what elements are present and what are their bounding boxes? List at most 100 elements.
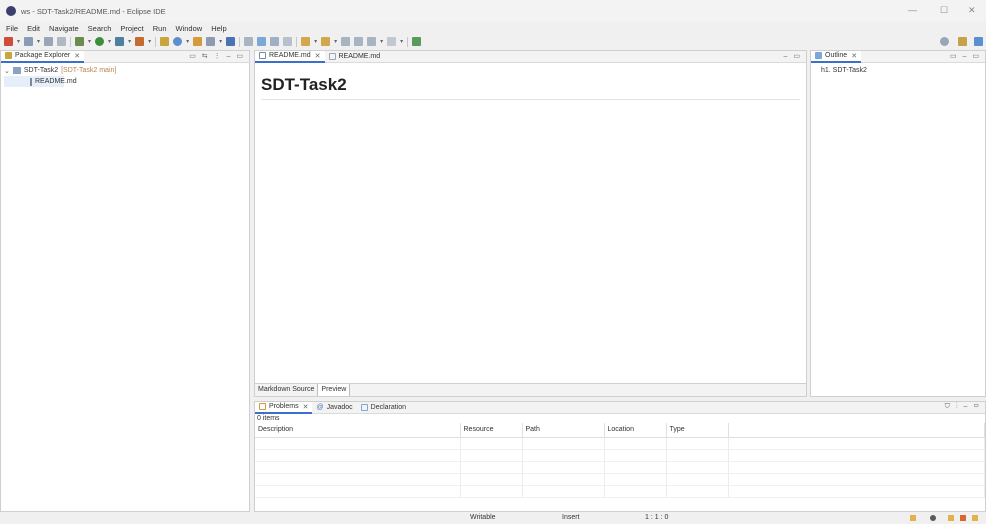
column-description[interactable]: Description [255,423,461,438]
tab-markdown-source[interactable]: Markdown Source [255,384,319,396]
column-type[interactable]: Type [666,423,729,438]
back-icon[interactable] [367,37,377,46]
menu-file[interactable]: File [6,24,18,33]
tab-readme-second[interactable]: README.md [325,51,385,63]
previous-annotation-icon[interactable] [321,37,331,46]
menu-search[interactable]: Search [88,24,112,33]
save-icon[interactable] [44,37,54,46]
menu-navigate[interactable]: Navigate [49,24,79,33]
restore-button[interactable]: ☐ [940,5,948,16]
status-extra-icon[interactable] [972,515,978,521]
chevron-down-icon[interactable]: ▾ [380,38,383,45]
chevron-down-icon[interactable]: ▾ [314,38,317,45]
show-whitespace-icon[interactable] [270,37,280,46]
minimize-button[interactable]: — [908,5,917,15]
tab-label: Problems [269,403,299,410]
tab-problems[interactable]: Problems ✕ [255,401,313,414]
chevron-down-icon[interactable]: ▾ [108,38,111,45]
chevron-down-icon[interactable]: ▾ [17,38,20,45]
status-bar: Writable Insert 1 : 1 : 0 [0,512,986,524]
tree-item-file[interactable]: README.md [4,76,77,87]
tab-outline[interactable]: Outline ✕ [811,50,862,63]
close-button[interactable]: ✕ [968,5,976,16]
save-all-icon[interactable] [57,37,67,46]
view-menu-controls[interactable]: ▭ ⇆ ⋮ ‒ ▭ [189,52,245,60]
back-history-icon[interactable] [354,37,364,46]
search-icon[interactable] [940,37,949,46]
open-type-icon[interactable] [193,37,203,46]
chevron-down-icon[interactable]: ▾ [128,38,131,45]
menu-run[interactable]: Run [153,24,167,33]
chevron-down-icon[interactable]: ▾ [186,38,189,45]
tab-label: Declaration [370,404,407,411]
run-icon[interactable] [95,37,105,46]
warning-icon[interactable] [960,515,966,521]
project-name: SDT-Task2 [23,67,59,74]
new-java-class-icon[interactable] [173,37,183,46]
close-icon[interactable]: ✕ [303,403,309,411]
chevron-down-icon[interactable]: ▾ [400,38,403,45]
tab-label: README.md [269,52,311,59]
status-insert-mode: Insert [562,514,580,521]
package-explorer-icon [5,52,12,59]
column-location[interactable]: Location [604,423,667,438]
problems-count: 0 items [257,415,280,422]
last-edit-location-icon[interactable] [341,37,351,46]
close-icon[interactable]: ✕ [74,52,80,60]
chevron-down-icon[interactable]: ▾ [334,38,337,45]
progress-icon[interactable] [930,515,936,521]
pin-editor-icon[interactable] [412,37,422,46]
markdown-file-icon [259,52,266,59]
chevron-down-icon[interactable]: ▾ [148,38,151,45]
menu-edit[interactable]: Edit [27,24,40,33]
java-perspective-icon[interactable] [974,37,983,46]
terminal-icon[interactable] [226,37,236,46]
outline-view-controls[interactable]: ▭ ‒ ▭ [950,52,981,60]
declaration-icon [360,404,368,411]
coverage-icon[interactable] [115,37,125,46]
next-annotation-icon[interactable] [301,37,311,46]
chevron-down-icon[interactable]: ▾ [219,38,222,45]
new-java-package-icon[interactable] [160,37,170,46]
open-perspective-icon[interactable] [958,37,967,46]
problems-view-controls[interactable]: ⛉ ⋮ ‒ ▭ [945,403,981,411]
debug-icon[interactable] [75,37,85,46]
toggle-block-selection-icon[interactable] [257,37,267,46]
problems-table: Description Resource Path Location Type [255,423,985,498]
menu-help[interactable]: Help [211,24,226,33]
tab-package-explorer[interactable]: Package Explorer ✕ [1,50,85,63]
external-tools-icon[interactable] [135,37,145,46]
tree-item-project[interactable]: ⌄ SDT-Task2 [SDT-Task2 main] [4,65,246,76]
notification-icon[interactable] [910,515,916,521]
menu-project[interactable]: Project [120,24,143,33]
outline-icon [815,52,822,59]
project-branch: [SDT-Task2 main] [61,67,117,74]
editor-view-controls[interactable]: ‒ ▭ [784,52,802,60]
tab-javadoc[interactable]: @ Javadoc [312,402,356,414]
chevron-down-icon[interactable]: ▾ [37,38,40,45]
column-filler [728,423,985,438]
open-icon[interactable] [24,37,34,46]
outline-item[interactable]: h1. SDT-Task2 [821,65,975,76]
paragraph-icon[interactable] [283,37,293,46]
tab-preview[interactable]: Preview [318,384,351,396]
search-tool-icon[interactable] [206,37,216,46]
chevron-down-icon[interactable]: ▾ [88,38,91,45]
new-icon[interactable] [4,37,13,46]
forward-icon[interactable] [387,37,397,46]
close-icon[interactable]: ✕ [315,52,321,60]
tasks-icon[interactable] [948,515,954,521]
outline-tabbar: Outline ✕ ▭ ‒ ▭ [811,50,985,63]
close-icon[interactable]: ✕ [851,52,857,60]
preview-heading: SDT-Task2 [261,75,347,94]
chevron-down-icon[interactable]: ⌄ [4,67,10,75]
tab-declaration[interactable]: Declaration [357,402,410,414]
toolbar-divider [70,36,72,47]
status-cursor-position: 1 : 1 : 0 [645,514,669,521]
toggle-mark-occurrences-icon[interactable] [244,37,254,46]
markdown-file-icon [30,77,32,86]
tab-readme-active[interactable]: README.md ✕ [255,50,325,63]
column-path[interactable]: Path [522,423,605,438]
column-resource[interactable]: Resource [460,423,523,438]
menu-window[interactable]: Window [176,24,203,33]
